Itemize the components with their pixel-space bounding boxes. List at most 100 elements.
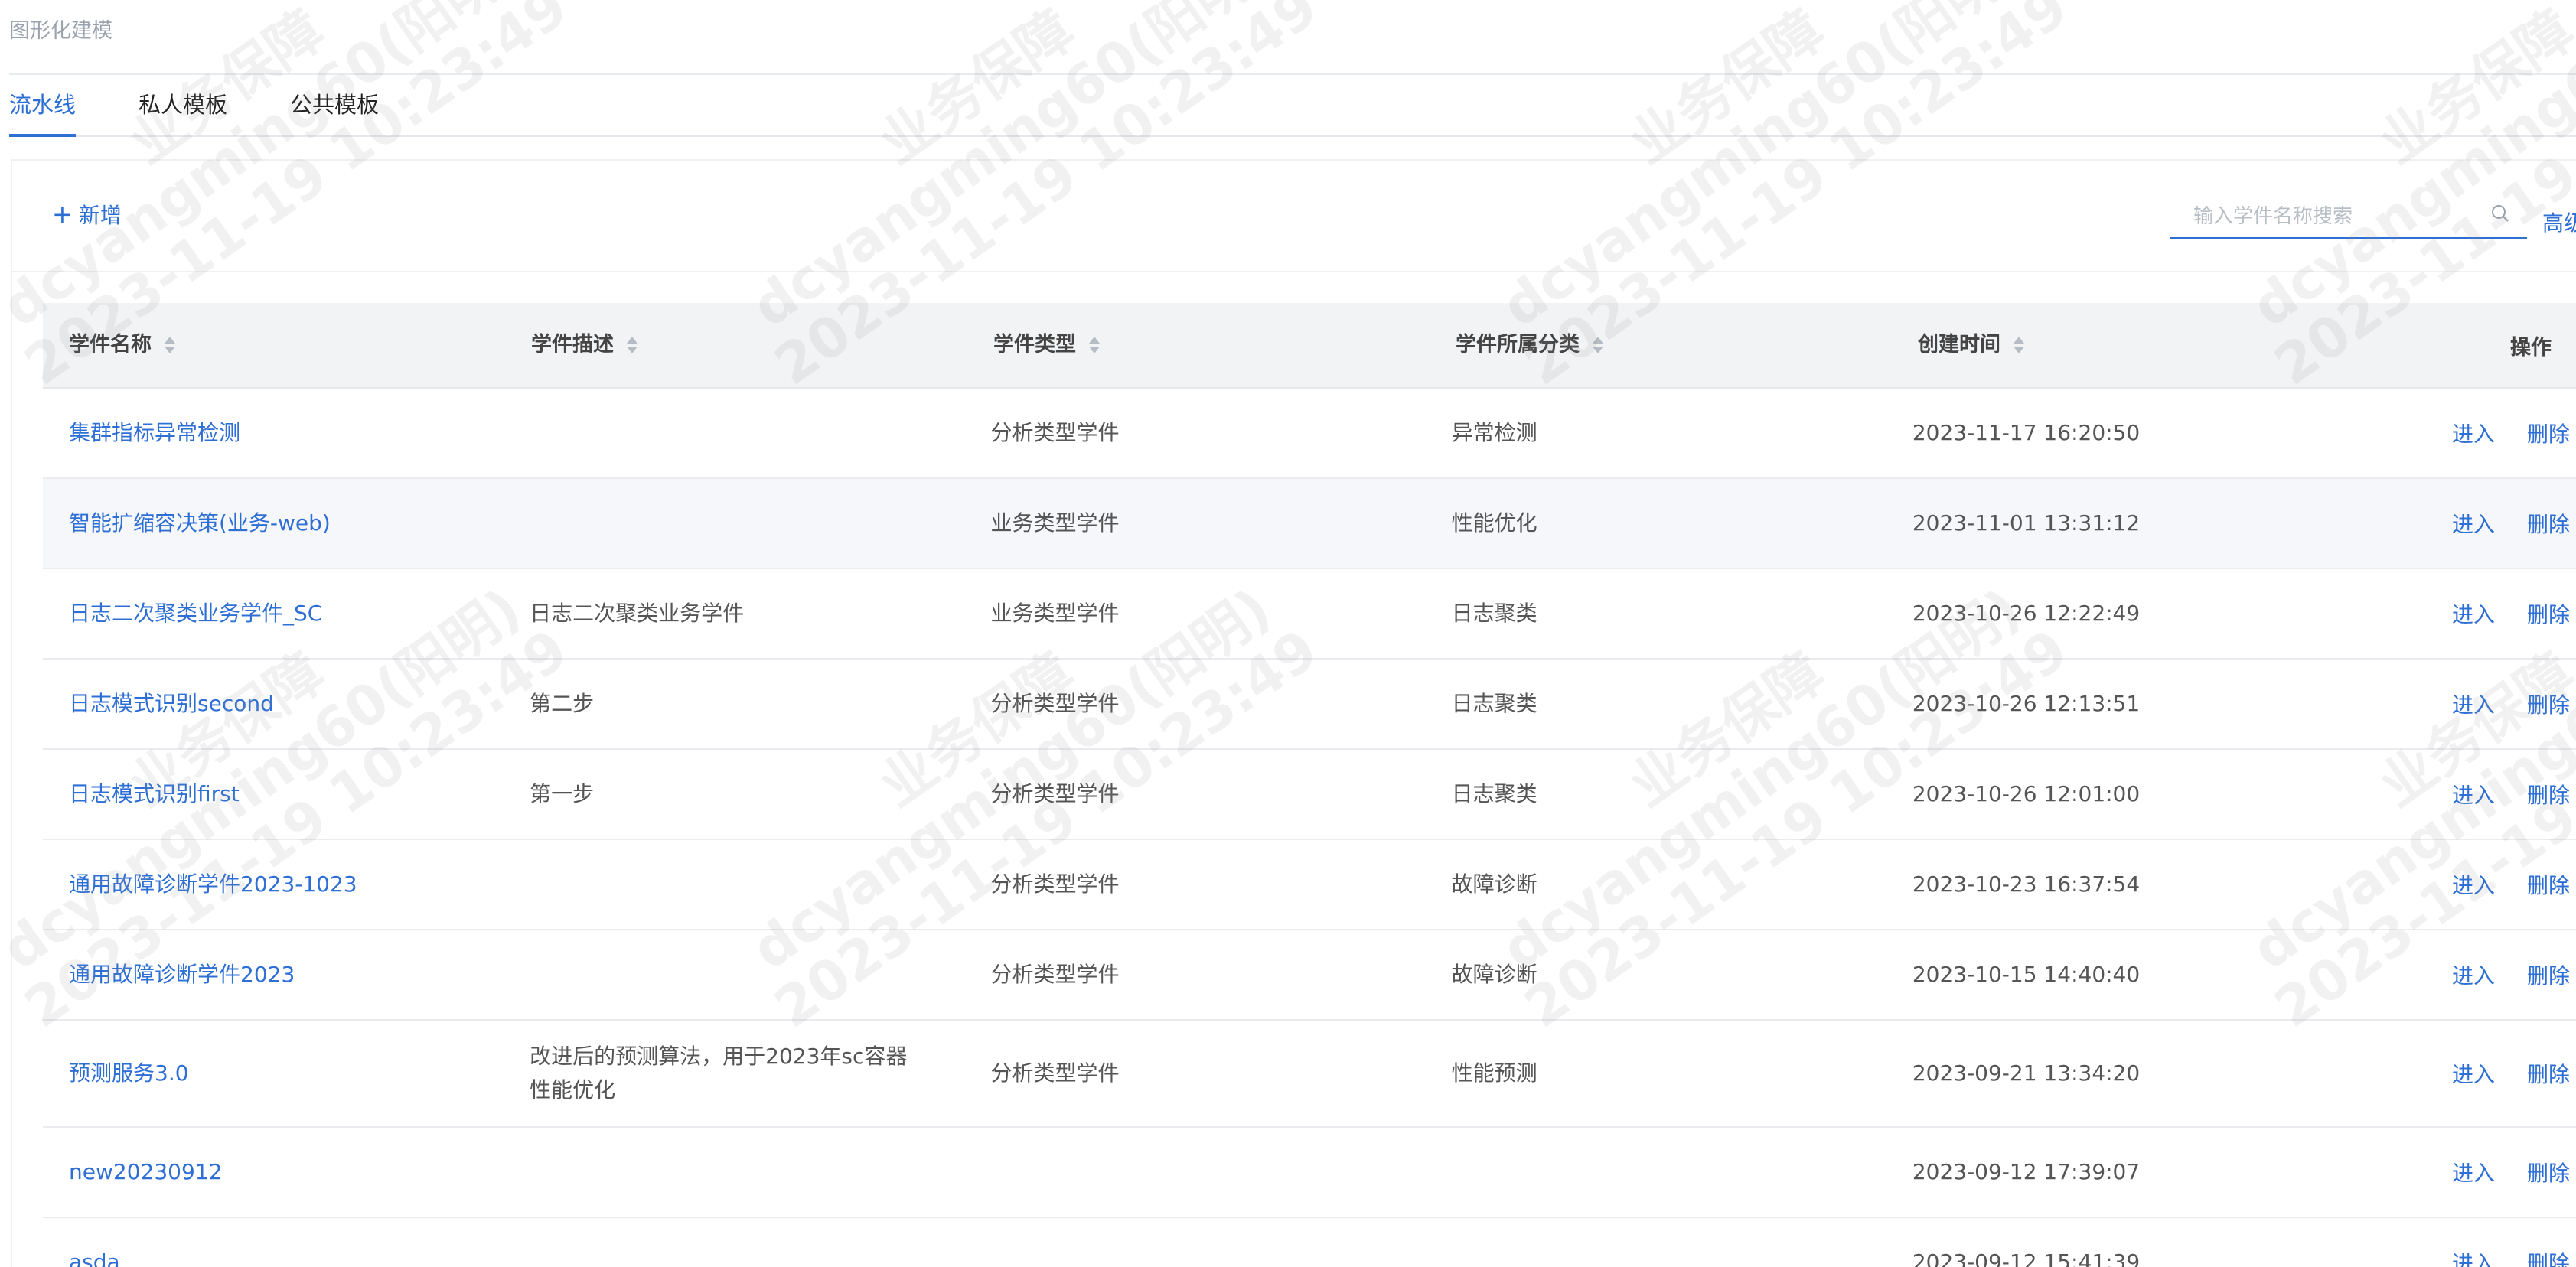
add-button[interactable]: + 新增 (52, 199, 122, 230)
table-row: 日志模式识别second 第二步 分析类型学件 日志聚类 2023-10-26 12:1… (43, 660, 2576, 750)
row-actions: 进入 删除 (2347, 1157, 2576, 1187)
row-actions: 进入 删除 (2347, 689, 2576, 719)
sort-icon[interactable] (2013, 334, 2025, 356)
item-name-link[interactable]: 日志模式识别second (69, 691, 274, 716)
column-header-label: 学件类型 (993, 333, 1076, 357)
advanced-search-link[interactable]: 高级 (2542, 207, 2576, 237)
enter-link[interactable]: 进入 (2452, 689, 2495, 719)
table-row: 智能扩缩容决策(业务-web) 业务类型学件 性能优化 2023-11-01 13:3… (43, 479, 2576, 569)
item-type: 分析类型学件 (990, 962, 1120, 987)
enter-link[interactable]: 进入 (2452, 1247, 2495, 1267)
table-body: 集群指标异常检测 分析类型学件 异常检测 2023-11-17 16:20:50 进入删… (43, 389, 2576, 1267)
enter-link[interactable]: 进入 (2452, 418, 2495, 448)
row-actions: 进入 删除 (2347, 959, 2576, 990)
item-name-link[interactable]: 预测服务3.0 (69, 1060, 189, 1086)
row-actions: 进入 删除 (2347, 1247, 2576, 1267)
item-name-link[interactable]: 日志二次聚类业务学件_SC (69, 601, 322, 626)
item-type: 分析类型学件 (990, 871, 1120, 897)
tab-bar: 流水线 私人模板 公共模板 (9, 75, 2576, 137)
delete-link[interactable]: 删除 (2527, 598, 2570, 629)
item-category: 性能预测 (1451, 1060, 1537, 1086)
item-category: 日志聚类 (1451, 691, 1537, 716)
enter-link[interactable]: 进入 (2452, 598, 2495, 629)
enter-link[interactable]: 进入 (2452, 508, 2495, 539)
add-button-label: 新增 (78, 203, 122, 228)
table-row: new20230912 2023-09-12 17:39:07 进入 删除 (43, 1128, 2576, 1218)
enter-link[interactable]: 进入 (2452, 1058, 2495, 1089)
table-row: asda 2023-09-12 15:41:39 进入 删除 (43, 1218, 2576, 1267)
item-name-link[interactable]: 通用故障诊断学件2023-1023 (69, 871, 357, 897)
item-name-link[interactable]: asda (69, 1249, 120, 1267)
delete-link[interactable]: 删除 (2527, 418, 2570, 448)
column-header-name[interactable]: 学件名称 (43, 328, 505, 362)
column-header-type[interactable]: 学件类型 (967, 328, 1430, 362)
sort-icon[interactable] (164, 334, 176, 356)
column-header-actions: 操作 (2510, 335, 2552, 360)
column-header-created-time[interactable]: 创建时间 (1892, 328, 2354, 362)
sort-icon[interactable] (626, 334, 638, 356)
column-header-desc[interactable]: 学件描述 (505, 328, 967, 362)
row-actions: 进入 删除 (2347, 779, 2576, 809)
breadcrumb[interactable]: 图形化建模 (9, 14, 112, 44)
enter-link[interactable]: 进入 (2452, 779, 2495, 809)
search-input[interactable] (2192, 199, 2470, 234)
table-row: 日志二次聚类业务学件_SC 日志二次聚类业务学件 业务类型学件 日志聚类 2023-10… (43, 569, 2576, 660)
item-created-time: 2023-09-12 15:41:39 (1912, 1249, 2141, 1267)
column-header-label: 创建时间 (1918, 333, 2000, 357)
search-icon[interactable] (2490, 204, 2510, 223)
item-category: 日志聚类 (1451, 781, 1537, 806)
row-actions: 进入 删除 (2347, 418, 2576, 448)
column-header-category[interactable]: 学件所属分类 (1430, 328, 1892, 362)
enter-link[interactable]: 进入 (2452, 959, 2495, 990)
column-header-label: 学件描述 (531, 333, 614, 357)
delete-link[interactable]: 删除 (2527, 869, 2570, 900)
item-category: 故障诊断 (1451, 871, 1537, 897)
row-actions: 进入 删除 (2347, 598, 2576, 629)
column-header-label: 学件所属分类 (1456, 333, 1580, 357)
item-type: 分析类型学件 (990, 1060, 1120, 1086)
delete-link[interactable]: 删除 (2527, 1157, 2570, 1187)
table-header: 学件名称 学件描述 学件类型 学件所属分类 创建时间 操作 (43, 303, 2576, 389)
table-row: 集群指标异常检测 分析类型学件 异常检测 2023-11-17 16:20:50 进入 删… (43, 389, 2576, 479)
item-name-link[interactable]: 通用故障诊断学件2023 (69, 962, 295, 987)
sort-icon[interactable] (1592, 334, 1604, 356)
tab-private-templates[interactable]: 私人模板 (139, 75, 227, 135)
enter-link[interactable]: 进入 (2452, 1157, 2495, 1187)
row-actions: 进入 删除 (2347, 1058, 2576, 1089)
enter-link[interactable]: 进入 (2452, 869, 2495, 900)
row-actions: 进入 删除 (2347, 508, 2576, 539)
item-category: 日志聚类 (1451, 601, 1537, 626)
item-created-time: 2023-10-26 12:01:00 (1912, 781, 2141, 806)
item-type: 业务类型学件 (990, 510, 1120, 536)
item-created-time: 2023-11-01 13:31:12 (1912, 510, 2141, 536)
item-created-time: 2023-10-23 16:37:54 (1912, 871, 2141, 897)
table-row: 预测服务3.0 改进后的预测算法，用于2023年sc容器性能优化 分析类型学件 性能预… (43, 1021, 2576, 1128)
delete-link[interactable]: 删除 (2527, 779, 2570, 809)
item-created-time: 2023-11-17 16:20:50 (1912, 420, 2141, 445)
item-created-time: 2023-10-26 12:13:51 (1912, 691, 2141, 716)
item-name-link[interactable]: 日志模式识别first (69, 781, 240, 806)
item-description: 第一步 (530, 781, 595, 806)
delete-link[interactable]: 删除 (2527, 508, 2570, 539)
plus-icon: + (52, 200, 73, 229)
table-row: 通用故障诊断学件2023-1023 分析类型学件 故障诊断 2023-10-23 16… (43, 840, 2576, 930)
data-table: 学件名称 学件描述 学件类型 学件所属分类 创建时间 操作 集群指标异常检测 分… (43, 303, 2576, 1267)
tab-pipeline[interactable]: 流水线 (9, 75, 77, 137)
item-created-time: 2023-09-12 17:39:07 (1912, 1159, 2141, 1184)
delete-link[interactable]: 删除 (2527, 689, 2570, 719)
delete-link[interactable]: 删除 (2527, 1058, 2570, 1089)
item-name-link[interactable]: 智能扩缩容决策(业务-web) (69, 510, 331, 536)
search-box (2170, 194, 2527, 239)
item-created-time: 2023-10-15 14:40:40 (1912, 962, 2141, 987)
content-panel: + 新增 高级 学件名称 学件描述 (11, 159, 2576, 1267)
delete-link[interactable]: 删除 (2527, 1247, 2570, 1267)
item-created-time: 2023-09-21 13:34:20 (1912, 1060, 2141, 1086)
delete-link[interactable]: 删除 (2527, 959, 2570, 990)
item-name-link[interactable]: new20230912 (69, 1159, 222, 1184)
item-description: 改进后的预测算法，用于2023年sc容器性能优化 (530, 1044, 908, 1103)
toolbar: + 新增 高级 (12, 161, 2576, 272)
page: 图形化建模 流水线 私人模板 公共模板 + 新增 高级 学件名称 (0, 0, 2576, 1267)
tab-public-templates[interactable]: 公共模板 (290, 75, 379, 135)
sort-icon[interactable] (1088, 334, 1101, 356)
item-name-link[interactable]: 集群指标异常检测 (69, 420, 240, 445)
